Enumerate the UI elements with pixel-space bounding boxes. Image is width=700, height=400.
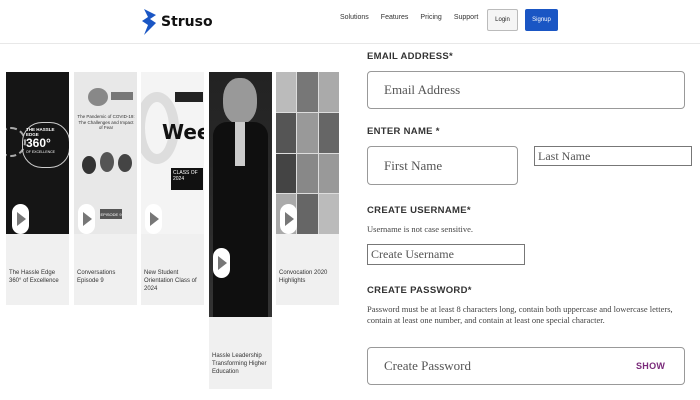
last-name-field[interactable]: Last Name: [534, 146, 692, 166]
video-card[interactable]: Convocation 2020 Highlights: [276, 72, 339, 305]
video-card[interactable]: THE HASSLE EDGE 360° OF EXCELLENCE The H…: [6, 72, 69, 305]
username-field[interactable]: Create Username: [367, 244, 525, 265]
video-thumbnail: Week CLASS OF 2024: [141, 72, 204, 234]
email-field[interactable]: Email Address: [367, 71, 685, 109]
video-thumbnail: The Pandemic of COVID-19: The Challenges …: [74, 72, 137, 234]
video-thumbnail: [276, 72, 339, 234]
username-hint: Username is not case sensitive.: [367, 224, 473, 234]
play-icon: [213, 248, 230, 278]
login-button[interactable]: Login: [487, 9, 518, 31]
video-caption: New Student Orientation Class of 2024: [144, 270, 197, 292]
name-label: ENTER NAME *: [367, 126, 440, 137]
username-label: CREATE USERNAME*: [367, 205, 471, 216]
play-icon: [280, 204, 297, 234]
show-password-button[interactable]: SHOW: [636, 361, 665, 371]
password-label: CREATE PASSWORD*: [367, 285, 472, 296]
video-thumbnail: [209, 72, 272, 317]
last-name-placeholder: Last Name: [538, 148, 591, 163]
video-card[interactable]: The Pandemic of COVID-19: The Challenges …: [74, 72, 137, 305]
struso-logo-icon: [142, 9, 156, 35]
video-caption: Hassle Leadership Transforming Higher Ed…: [212, 353, 267, 375]
play-icon: [78, 204, 95, 234]
top-nav: Struso Solutions Features Pricing Suppor…: [0, 0, 700, 44]
nav-link-features[interactable]: Features: [381, 14, 409, 21]
nav-link-solutions[interactable]: Solutions: [340, 14, 369, 21]
nav-link-support[interactable]: Support: [454, 14, 479, 21]
video-card[interactable]: Week CLASS OF 2024 New Student Orientati…: [141, 72, 204, 305]
video-thumbnail: THE HASSLE EDGE 360° OF EXCELLENCE: [6, 72, 69, 234]
first-name-field[interactable]: First Name: [367, 146, 518, 185]
video-caption: The Hassle Edge 360° of Excellence: [9, 270, 59, 284]
email-label: EMAIL ADDRESS*: [367, 51, 454, 62]
signup-button[interactable]: Signup: [525, 9, 558, 31]
video-caption: Conversations Episode 9: [77, 270, 116, 284]
play-icon: [12, 204, 29, 234]
logo-text: Struso: [161, 14, 213, 30]
nav-link-pricing[interactable]: Pricing: [420, 14, 441, 21]
video-card[interactable]: Hassle Leadership Transforming Higher Ed…: [209, 72, 272, 389]
play-icon: [145, 204, 162, 234]
username-placeholder: Create Username: [371, 247, 454, 261]
nav-links: Solutions Features Pricing Support: [340, 14, 478, 21]
video-caption: Convocation 2020 Highlights: [279, 270, 328, 284]
password-placeholder: Create Password: [384, 358, 472, 373]
password-hint: Password must be at least 8 characters l…: [367, 304, 673, 325]
first-name-placeholder: First Name: [384, 157, 443, 173]
email-placeholder: Email Address: [384, 82, 461, 97]
logo[interactable]: Struso: [142, 9, 213, 35]
